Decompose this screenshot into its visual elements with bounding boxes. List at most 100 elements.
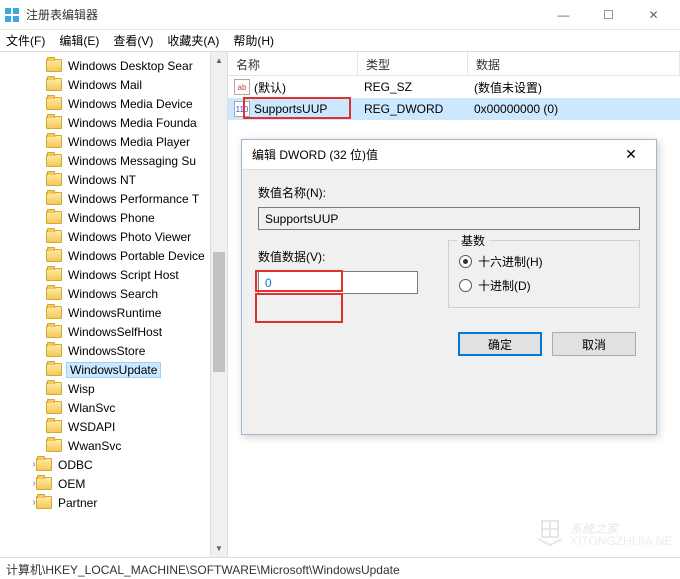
list-row[interactable]: 110SupportsUUPREG_DWORD0x00000000 (0) — [228, 98, 680, 120]
menubar: 文件(F) 编辑(E) 查看(V) 收藏夹(A) 帮助(H) — [0, 30, 680, 52]
tree-item-label: Windows Media Player — [66, 135, 192, 149]
radix-legend: 基数 — [457, 232, 489, 249]
menu-favorites[interactable]: 收藏夹(A) — [167, 32, 219, 49]
radix-group: 基数 十六进制(H) 十进制(D) — [448, 240, 640, 308]
tree-item-label: Windows Mail — [66, 78, 144, 92]
radio-hex[interactable]: 十六进制(H) — [459, 249, 629, 273]
maximize-button[interactable]: ☐ — [586, 1, 631, 29]
folder-icon — [46, 78, 62, 91]
tree-item[interactable]: Windows Mail — [0, 75, 227, 94]
tree-item-label: Wisp — [66, 382, 97, 396]
tree-item[interactable]: ›Windows Media Player — [0, 132, 227, 151]
folder-icon — [46, 439, 62, 452]
folder-icon — [46, 211, 62, 224]
tree-item[interactable]: ›Windows Search — [0, 284, 227, 303]
tree-item[interactable]: ›WlanSvc — [0, 398, 227, 417]
tree-item-label: Windows Phone — [66, 211, 157, 225]
dialog-close-button[interactable]: ✕ — [616, 146, 646, 163]
tree-item[interactable]: Windows Performance T — [0, 189, 227, 208]
tree-item[interactable]: ›Windows NT — [0, 170, 227, 189]
menu-edit[interactable]: 编辑(E) — [59, 32, 99, 49]
tree-item[interactable]: ›OEM — [0, 474, 227, 493]
column-data[interactable]: 数据 — [468, 52, 680, 75]
tree-item[interactable]: ›WSDAPI — [0, 417, 227, 436]
folder-icon — [46, 135, 62, 148]
ok-button[interactable]: 确定 — [458, 332, 542, 356]
radio-hex-label: 十六进制(H) — [478, 253, 543, 270]
tree-item[interactable]: ›Windows Phone — [0, 208, 227, 227]
tree-item[interactable]: ›WindowsStore — [0, 341, 227, 360]
tree-item[interactable]: ›Partner — [0, 493, 227, 512]
tree-item[interactable]: ›WindowsRuntime — [0, 303, 227, 322]
statusbar: 计算机\HKEY_LOCAL_MACHINE\SOFTWARE\Microsof… — [0, 557, 680, 579]
tree-item[interactable]: ›Windows Media Device — [0, 94, 227, 113]
tree-item[interactable]: ›Windows Media Founda — [0, 113, 227, 132]
value-name-label: 数值名称(N): — [258, 184, 640, 201]
scroll-down-icon[interactable]: ▼ — [211, 540, 227, 557]
tree-panel: ›Windows Desktop Sear Windows Mail ›Window… — [0, 52, 228, 557]
tree-item-label: Windows Script Host — [66, 268, 181, 282]
tree-item-label: Windows Performance T — [66, 192, 201, 206]
scroll-up-icon[interactable]: ▲ — [211, 52, 227, 69]
column-type[interactable]: 类型 — [358, 52, 468, 75]
value-data: 0x00000000 (0) — [468, 102, 680, 116]
edit-dword-dialog: 编辑 DWORD (32 位)值 ✕ 数值名称(N): 数值数据(V): 基数 … — [241, 139, 657, 435]
tree-item[interactable]: ›Windows Photo Viewer — [0, 227, 227, 246]
tree-item[interactable]: ›WindowsSelfHost — [0, 322, 227, 341]
folder-icon — [36, 496, 52, 509]
folder-icon — [46, 97, 62, 110]
folder-icon — [36, 477, 52, 490]
window-title: 注册表编辑器 — [26, 6, 541, 23]
tree-scrollbar[interactable]: ▲ ▼ — [210, 52, 227, 557]
tree-item-label: Windows Desktop Sear — [66, 59, 195, 73]
folder-icon — [46, 116, 62, 129]
value-name-input[interactable] — [258, 207, 640, 230]
minimize-button[interactable]: — — [541, 1, 586, 29]
tree-item[interactable]: ›WwanSvc — [0, 436, 227, 455]
tree-item-label: Windows Media Founda — [66, 116, 199, 130]
tree-item-label: Windows Messaging Su — [66, 154, 198, 168]
value-type: REG_SZ — [358, 80, 468, 94]
value-name: (默认) — [254, 79, 286, 96]
folder-icon — [46, 420, 62, 433]
folder-icon — [46, 249, 62, 262]
menu-view[interactable]: 查看(V) — [113, 32, 153, 49]
folder-icon — [46, 287, 62, 300]
radio-dot-icon — [459, 279, 472, 292]
radio-dec-label: 十进制(D) — [478, 277, 531, 294]
tree-item-label: WindowsStore — [66, 344, 147, 358]
tree-item-label: Windows Search — [66, 287, 160, 301]
menu-help[interactable]: 帮助(H) — [233, 32, 274, 49]
tree-item-label: ODBC — [56, 458, 95, 472]
tree-item-label: WindowsSelfHost — [66, 325, 164, 339]
tree-item-label: Windows Photo Viewer — [66, 230, 193, 244]
list-row[interactable]: ab(默认)REG_SZ(数值未设置) — [228, 76, 680, 98]
radio-dec[interactable]: 十进制(D) — [459, 273, 629, 297]
tree-item[interactable]: ›WindowsUpdate — [0, 360, 227, 379]
dialog-title: 编辑 DWORD (32 位)值 — [252, 146, 616, 163]
folder-icon — [46, 59, 62, 72]
value-name: SupportsUUP — [254, 102, 327, 116]
folder-icon — [46, 382, 62, 395]
close-button[interactable]: ✕ — [631, 1, 676, 29]
tree-item[interactable]: ›Windows Script Host — [0, 265, 227, 284]
tree-item[interactable]: ›Windows Messaging Su — [0, 151, 227, 170]
value-data-input[interactable] — [258, 271, 418, 294]
value-data: (数值未设置) — [468, 79, 680, 96]
menu-file[interactable]: 文件(F) — [6, 32, 45, 49]
folder-icon — [46, 363, 62, 376]
tree-item-label: WwanSvc — [66, 439, 123, 453]
folder-icon — [36, 458, 52, 471]
column-name[interactable]: 名称 — [228, 52, 358, 75]
watermark: 系统之家 XITONGZHIJIA.NET — [534, 509, 674, 549]
tree-item[interactable]: ›Windows Portable Device — [0, 246, 227, 265]
tree-item[interactable]: ›ODBC — [0, 455, 227, 474]
tree-item-label: Windows NT — [66, 173, 138, 187]
scroll-thumb[interactable] — [213, 252, 225, 372]
tree-item[interactable]: ›Windows Desktop Sear — [0, 56, 227, 75]
tree-item[interactable]: ›Wisp — [0, 379, 227, 398]
value-data-label: 数值数据(V): — [258, 248, 418, 265]
radio-dot-icon — [459, 255, 472, 268]
cancel-button[interactable]: 取消 — [552, 332, 636, 356]
folder-icon — [46, 154, 62, 167]
